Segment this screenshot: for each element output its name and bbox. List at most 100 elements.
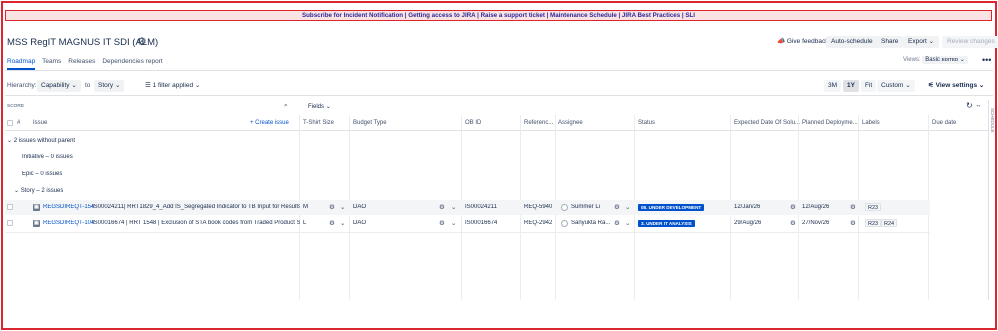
issue-summary[interactable]: IS00016674 | RRT 1548 | Exclusion of STA… (92, 220, 300, 226)
label-chip[interactable]: R24 (881, 219, 898, 227)
gear-icon[interactable]: ⚙ (850, 219, 856, 227)
give-feedback-button[interactable]: 📣 Give feedback (772, 36, 833, 48)
column-labels[interactable]: Labels (862, 120, 880, 126)
view-settings-button[interactable]: ⚟ View settings ⌄ (928, 81, 984, 89)
column-expected-date[interactable]: Expected Date Of Solu... (734, 120, 800, 126)
timescale-custom-label: Custom (881, 82, 904, 89)
header-divider (5, 130, 988, 131)
gear-icon[interactable]: ⚙ (329, 219, 335, 227)
issue-key[interactable]: REGSDIREQT-154 (43, 204, 94, 210)
group-no-parent[interactable]: ⌄ 2 issues without parent (7, 137, 75, 144)
timescale-1y[interactable]: 1Y (843, 80, 859, 92)
timescale-3m[interactable]: 3M (824, 80, 842, 92)
create-issue-button[interactable]: + Create issue (250, 120, 289, 126)
chevron-down-icon[interactable]: ⌄ (625, 203, 630, 211)
divider (5, 95, 993, 96)
gear-icon[interactable]: ⚙ (790, 203, 796, 211)
search-icon[interactable]: ⌕ (284, 102, 288, 110)
label-chip[interactable]: R23 (865, 203, 882, 211)
page-frame (1, 1, 997, 330)
views-selector[interactable]: Views: Basic EDITED ⌄ (903, 56, 968, 64)
fields-button[interactable]: Fields ⌄ (308, 103, 331, 110)
planned-deployment-value[interactable]: 27/Nov/26 (802, 220, 829, 226)
column-budget-type[interactable]: Budget Type (353, 120, 387, 126)
chevron-down-icon[interactable]: ⌄ (451, 219, 456, 227)
export-label: Export (908, 38, 927, 45)
chevron-down-icon: ⌄ (959, 57, 965, 63)
ob-id-value: IS00024211 (465, 204, 497, 210)
timescale-custom[interactable]: Custom ⌄ (877, 80, 915, 92)
fields-label: Fields (308, 104, 325, 110)
gear-icon[interactable]: ⚙ (439, 219, 445, 227)
hierarchy-from-select[interactable]: Capability ⌄ (37, 80, 81, 92)
expected-date-value[interactable]: 12/Jan/26 (734, 204, 760, 210)
hierarchy-to-select[interactable]: Story ⌄ (94, 80, 125, 92)
status-badge[interactable]: 08. UNDER DEVELOPMENT (638, 204, 705, 211)
expected-date-value[interactable]: 29/Aug/26 (734, 220, 761, 226)
row-checkbox[interactable] (7, 220, 13, 226)
column-assignee[interactable]: Assignee (558, 120, 583, 126)
tab-roadmap[interactable]: Roadmap (7, 58, 36, 70)
tshirt-size-value[interactable]: M (303, 204, 308, 210)
views-value[interactable]: Basic EDITED ⌄ (922, 56, 968, 64)
column-planned-deployment[interactable]: Planned Deployme... (802, 120, 858, 126)
column-due-date[interactable]: Due date (932, 120, 956, 126)
auto-schedule-button[interactable]: Auto-schedule (826, 36, 878, 48)
export-button[interactable]: Export ⌄ (903, 36, 940, 48)
tshirt-size-value[interactable]: L (303, 220, 306, 226)
column-ob-id[interactable]: OB ID (465, 120, 481, 126)
schedule-sidebar-tab[interactable]: SCHEDULE (988, 100, 995, 300)
hierarchy-label: Hierarchy: (7, 82, 37, 89)
gear-icon[interactable]: ⚙ (137, 35, 147, 48)
chevron-down-icon[interactable]: ⌄ (340, 219, 345, 227)
filter-applied-button[interactable]: ☰ 1 filter applied ⌄ (145, 81, 200, 89)
issue-summary[interactable]: IS00024211| RRT1829_4_Add IS_Segregated … (92, 204, 300, 210)
status-badge[interactable]: 3. UNDER IT ANALYSIS (638, 220, 695, 227)
view-settings-label: View settings (935, 82, 978, 89)
tab-dependencies-report[interactable]: Dependencies report (102, 58, 162, 68)
label-chip[interactable]: R23 (865, 219, 882, 227)
chevron-down-icon: ⌄ (7, 138, 13, 144)
budget-type-value[interactable]: DAO (353, 220, 366, 226)
gear-icon[interactable]: ⚙ (614, 219, 620, 227)
story-icon: ▣ (33, 220, 40, 227)
group-no-parent-label: 2 issues without parent (13, 138, 76, 144)
gear-icon[interactable]: ⚙ (850, 203, 856, 211)
hierarchy-from-value: Capability (41, 82, 70, 89)
group-initiative[interactable]: Initiative – 0 issues (22, 154, 73, 160)
gear-icon[interactable]: ⚙ (614, 203, 620, 211)
chevron-down-icon[interactable]: ⌄ (625, 219, 630, 227)
chevron-down-icon: ⌄ (14, 188, 20, 194)
story-icon: ▣ (33, 204, 40, 211)
assignee-value[interactable]: Sanyukta Ra... (571, 220, 613, 226)
views-label: Views: (903, 57, 921, 63)
group-epic[interactable]: Epic – 0 issues (22, 171, 62, 177)
review-changes-button[interactable]: Review changes (942, 36, 998, 48)
table-row[interactable]: ▣ REGSDIREQT-154 IS00024211| RRT1829_4_A… (5, 200, 930, 215)
refresh-icon[interactable]: ↻ (966, 101, 973, 110)
issue-key[interactable]: REGSDIREQT-104 (43, 220, 94, 226)
timescale-fit[interactable]: Fit (861, 80, 877, 92)
assignee-value[interactable]: Summer Li (571, 204, 613, 210)
chevron-down-icon[interactable]: ⌄ (340, 203, 345, 211)
column-status[interactable]: Status (638, 120, 655, 126)
planned-deployment-value[interactable]: 12/Aug/26 (802, 204, 829, 210)
tab-teams[interactable]: Teams (42, 58, 61, 68)
gear-icon[interactable]: ⚙ (439, 203, 445, 211)
announcement-banner[interactable]: Subscribe for Incident Notification | Ge… (5, 10, 992, 21)
column-issue[interactable]: Issue (33, 120, 47, 126)
share-button[interactable]: Share (876, 36, 904, 48)
gear-icon[interactable]: ⚙ (329, 203, 335, 211)
table-row[interactable]: ▣ REGSDIREQT-104 IS00016674 | RRT 1548 |… (5, 216, 930, 231)
row-checkbox[interactable] (7, 204, 13, 210)
select-all-checkbox[interactable] (7, 120, 13, 126)
chevron-down-icon[interactable]: ⌄ (451, 203, 456, 211)
expand-icon[interactable]: ↔ (975, 102, 982, 109)
gear-icon[interactable]: ⚙ (790, 219, 796, 227)
column-reference[interactable]: Referenc... (524, 120, 553, 126)
budget-type-value[interactable]: DAO (353, 204, 366, 210)
column-tshirt-size[interactable]: T-Shirt Size (303, 120, 334, 126)
group-story[interactable]: ⌄ Story – 2 issues (14, 187, 63, 194)
tab-releases[interactable]: Releases (68, 58, 95, 68)
more-options-icon[interactable]: ••• (982, 55, 991, 65)
